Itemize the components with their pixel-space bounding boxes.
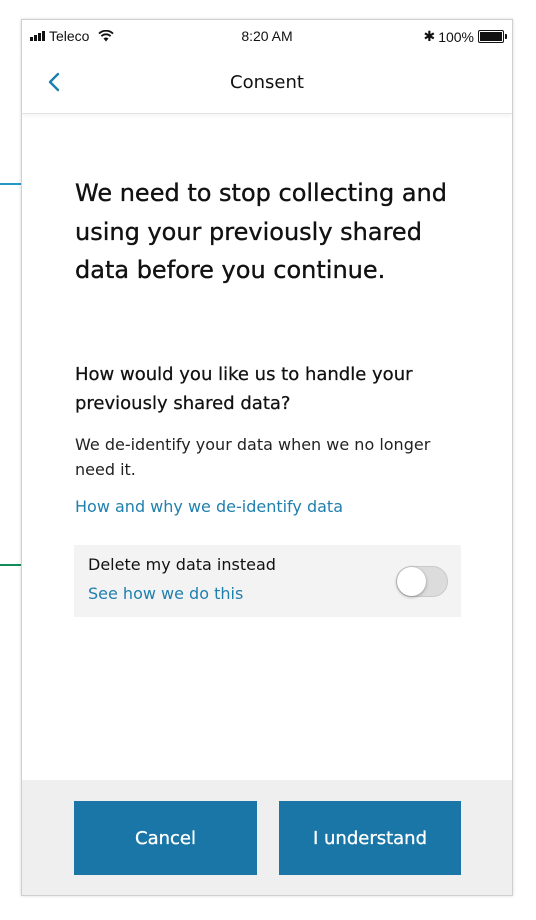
phone-screen: Teleco 8:20 AM ✱ 100% Consent We need to… — [21, 19, 513, 896]
status-right: ✱ 100% — [423, 28, 507, 45]
page-title: Consent — [230, 72, 304, 93]
delete-data-label: Delete my data instead — [88, 555, 276, 574]
deidentify-info-link[interactable]: How and why we de-identify data — [75, 497, 343, 516]
see-how-link[interactable]: See how we do this — [88, 584, 243, 603]
headline: We need to stop collecting and using you… — [75, 179, 447, 284]
body-text: We de-identify your data when we no long… — [75, 435, 431, 479]
battery-icon — [478, 30, 507, 43]
footer-bar: Cancel I understand — [22, 780, 512, 895]
delete-data-toggle[interactable] — [396, 566, 448, 597]
nav-bar: Consent — [22, 53, 512, 114]
status-bar: Teleco 8:20 AM ✱ 100% — [22, 20, 512, 52]
delete-data-card: Delete my data instead See how we do thi… — [74, 545, 461, 617]
subheading: How would you like us to handle your pre… — [75, 364, 413, 414]
toggle-knob — [397, 567, 426, 596]
i-understand-button[interactable]: I understand — [279, 801, 461, 875]
cancel-button[interactable]: Cancel — [74, 801, 257, 875]
bluetooth-icon: ✱ — [423, 28, 436, 44]
battery-percent: 100% — [438, 28, 474, 45]
